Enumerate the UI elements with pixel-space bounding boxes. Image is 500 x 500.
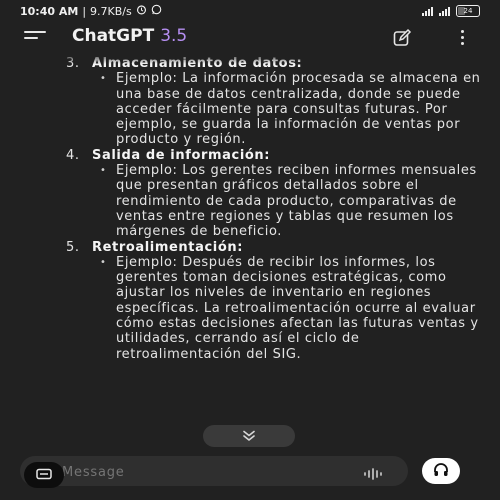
signal-icon <box>422 6 433 16</box>
attach-button[interactable] <box>24 462 64 488</box>
app-name: ChatGPT <box>72 26 155 46</box>
status-right: 24 <box>422 5 480 17</box>
headphones-icon <box>433 462 449 481</box>
signal-2-icon <box>439 6 450 16</box>
example-bullet: • Ejemplo: Después de recibir los inform… <box>92 255 482 362</box>
item-heading: Retroalimentación: <box>92 239 244 255</box>
example-text: Ejemplo: La información procesada se alm… <box>116 71 481 148</box>
item-number: 3. <box>66 56 80 71</box>
alarm-icon <box>136 4 147 18</box>
model-version: 3.5 <box>160 26 188 46</box>
status-separator: | <box>82 4 87 18</box>
item-heading: Salida de información: <box>92 147 271 163</box>
item-number: 5. <box>66 239 80 255</box>
voice-waveform-icon[interactable] <box>362 465 386 480</box>
example-bullet: • Ejemplo: La información procesada se a… <box>92 71 482 147</box>
app-title[interactable]: ChatGPT 3.5 <box>72 26 187 46</box>
item-number: 4. <box>66 147 80 163</box>
status-left: 10:40 AM | 9.7KB/s <box>20 4 162 18</box>
bullet-icon: • <box>100 73 107 85</box>
example-text: Ejemplo: Después de recibir los informes… <box>116 254 479 362</box>
battery-icon: 24 <box>456 5 480 17</box>
message-composer <box>20 456 408 488</box>
whatsapp-icon <box>151 4 162 18</box>
chevron-double-down-icon <box>242 427 256 446</box>
status-time: 10:40 AM <box>20 4 79 18</box>
bullet-icon: • <box>100 165 107 177</box>
status-bar: 10:40 AM | 9.7KB/s 24 <box>0 0 500 22</box>
assistant-message: 3. Almacenamiento de datos: • Ejemplo: L… <box>66 56 486 362</box>
message-input[interactable] <box>60 456 344 488</box>
example-text: Ejemplo: Los gerentes reciben informes m… <box>116 163 477 240</box>
item-heading: Almacenamiento de datos: <box>92 56 303 71</box>
scroll-to-bottom-button[interactable] <box>203 425 295 447</box>
network-speed: 9.7KB/s <box>90 4 132 18</box>
voice-mode-button[interactable] <box>422 458 460 484</box>
hamburger-menu-icon[interactable] <box>24 31 46 45</box>
list-item: 5. Retroalimentación: • Ejemplo: Después… <box>66 240 486 362</box>
more-vertical-icon[interactable] <box>458 30 466 48</box>
bullet-icon: • <box>100 256 107 268</box>
list-item: 4. Salida de información: • Ejemplo: Los… <box>66 148 486 240</box>
app-header: ChatGPT 3.5 <box>0 22 500 52</box>
attach-icon <box>35 466 53 485</box>
example-bullet: • Ejemplo: Los gerentes reciben informes… <box>92 163 482 239</box>
new-chat-icon[interactable] <box>392 28 412 48</box>
list-item: 3. Almacenamiento de datos: • Ejemplo: L… <box>66 56 486 148</box>
